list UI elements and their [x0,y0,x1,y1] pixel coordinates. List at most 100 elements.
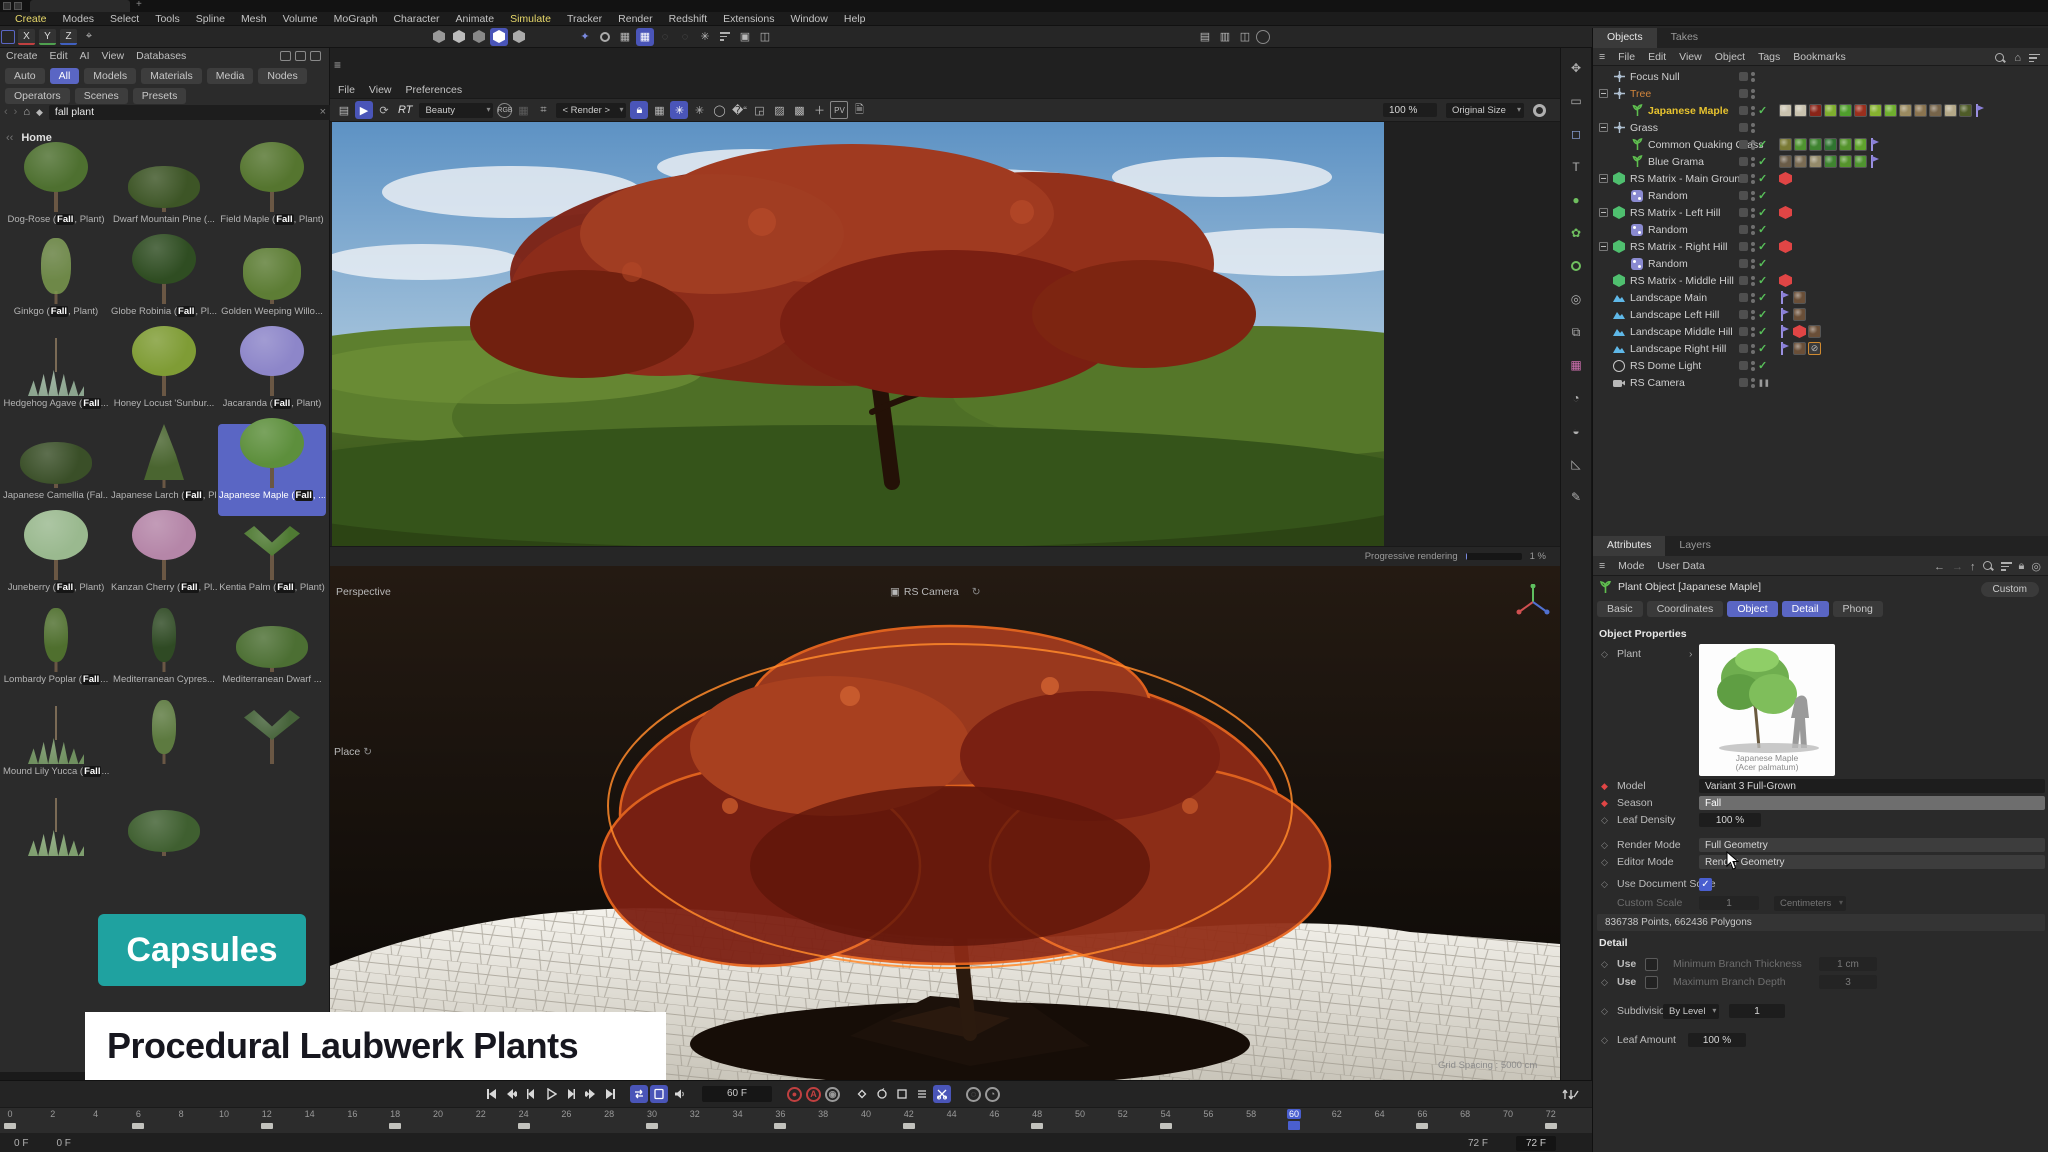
solo-off-button[interactable]: ◌ [966,1087,981,1102]
material-tag[interactable] [1944,104,1957,117]
visibility-dots[interactable] [1751,259,1755,269]
move-tool-icon[interactable]: ✥ [1566,58,1586,78]
use-min-branch-checkbox[interactable]: ✓ [1645,958,1658,971]
visibility-dots[interactable] [1751,191,1755,201]
asset-tile[interactable]: Dwarf Mountain Pine (... [110,148,218,240]
sim-rope-icon[interactable] [470,28,488,46]
perspective-viewport[interactable]: Perspective ▣RS Camera ↻ Place ↻ Grid Sp… [330,566,1560,1080]
place-tool-label[interactable]: Place ↻ [334,746,372,758]
menu-tracker[interactable]: Tracker [560,13,609,25]
keyframe-marker[interactable] [389,1123,401,1129]
season-dropdown[interactable]: Fall [1699,796,2045,810]
keyframe-selection-button[interactable]: ◉ [825,1087,840,1102]
visibility-dots[interactable] [1751,310,1755,320]
rerender-icon[interactable]: ⟳ [375,101,393,119]
filter-operators[interactable]: Operators [5,88,70,104]
om-tab-objects[interactable]: Objects [1593,28,1657,48]
screen-layout-icon[interactable]: ▤ [1196,28,1214,46]
object-row-rs-matrix-main-ground[interactable]: RS Matrix - Main Ground✓ [1593,170,2048,187]
asset-menu-view[interactable]: View [102,50,125,62]
object-mode-icon[interactable]: ● [1566,190,1586,210]
material-tag[interactable] [1809,155,1822,168]
asset-tile[interactable]: Kentia Palm (Fall, Plant) [218,516,326,608]
menu-volume[interactable]: Volume [276,13,325,25]
rgb-channel-icon[interactable]: RGB [497,103,512,118]
attr-tab-attributes[interactable]: Attributes [1593,536,1665,556]
object-row-common-quaking-grass[interactable]: Common Quaking Grass✓ [1593,136,2048,153]
material-tag[interactable] [1824,138,1837,151]
pv-icon[interactable]: PV [830,101,848,119]
visibility-dots[interactable] [1751,276,1755,286]
menu-spline[interactable]: Spline [189,13,232,25]
om-menu-edit[interactable]: Edit [1648,51,1666,63]
visibility-dots[interactable] [1751,123,1755,133]
use-max-branch-checkbox[interactable]: ✓ [1645,976,1658,989]
enabled-check-icon[interactable]: ✓ [1758,359,1770,372]
x-axis-button[interactable]: X [18,29,35,45]
material-tag[interactable] [1779,104,1792,117]
material-tag[interactable] [1809,104,1822,117]
attr-tab-button-basic[interactable]: Basic [1597,601,1643,617]
visibility-dots[interactable] [1751,242,1755,252]
page-icon[interactable]: 🗎 [850,101,868,119]
material-tag[interactable] [1854,138,1867,151]
material-tag[interactable] [1899,104,1912,117]
play-render-icon[interactable]: ▶ [355,101,373,119]
object-row-blue-grama[interactable]: Blue Grama✓ [1593,153,2048,170]
material-tag[interactable] [1809,138,1822,151]
visibility-dots[interactable] [1751,174,1755,184]
object-row-rs-matrix-right-hill[interactable]: RS Matrix - Right Hill✓ [1593,238,2048,255]
back-icon[interactable]: ← [1934,561,1945,573]
keyframe-marker[interactable] [1288,1121,1300,1130]
object-row-landscape-middle-hill[interactable]: Landscape Middle Hill✓ [1593,323,2048,340]
enabled-check-icon[interactable]: ✓ [1758,172,1770,185]
record-button[interactable]: ● [787,1087,802,1102]
material-tag[interactable] [1839,155,1852,168]
document-tab[interactable] [30,0,130,12]
zoom-level-field[interactable]: 100 % [1383,103,1437,117]
annotation-flag-icon[interactable] [1779,325,1791,338]
range-start-field[interactable]: 0 F [56,1138,70,1149]
asset-tile[interactable]: Jacaranda (Fall, Plant) [218,332,326,424]
visibility-dots[interactable] [1751,106,1755,116]
filter-models[interactable]: Models [84,68,136,84]
material-tag[interactable] [1959,104,1972,117]
material-tag[interactable] [1884,104,1897,117]
enabled-check-icon[interactable]: ✓ [1758,240,1770,253]
attr-tab-layers[interactable]: Layers [1665,536,1725,556]
redshift-tag-icon[interactable] [1793,325,1806,338]
om-menu-bookmarks[interactable]: Bookmarks [1793,51,1846,63]
om-menu-file[interactable]: File [1618,51,1635,63]
axis-gizmo[interactable] [1515,584,1551,620]
keyframe-marker[interactable] [1545,1123,1557,1129]
y-axis-button[interactable]: Y [39,29,56,45]
magic-solver-icon[interactable]: ✦ [576,28,594,46]
keyframe-marker[interactable] [261,1123,273,1129]
object-row-focus-null[interactable]: Focus Null [1593,68,2048,85]
visibility-dots[interactable] [1751,344,1755,354]
object-row-landscape-main[interactable]: Landscape Main✓ [1593,289,2048,306]
visibility-dots[interactable] [1751,157,1755,167]
enabled-check-icon[interactable]: ✓ [1758,308,1770,321]
goto-start-button[interactable] [482,1085,500,1103]
keyframe-nav-icon[interactable] [1562,1087,1580,1106]
object-row-japanese-maple[interactable]: Japanese Maple✓ [1593,102,2048,119]
snapshot2-icon[interactable]: ✳ [690,101,708,119]
sim-softbody-icon[interactable] [490,28,508,46]
material-tag[interactable] [1824,155,1837,168]
redshift-tag-icon[interactable] [1779,206,1792,219]
lock-icon[interactable]: 🔒︎ [630,101,648,119]
anim-dot-icon[interactable]: ◇ [1601,857,1608,868]
range-end-field[interactable]: 72 F [1516,1136,1556,1151]
region-icon[interactable]: �“ [730,101,748,119]
attr-menu-mode[interactable]: Mode [1618,560,1644,572]
goto-end-button[interactable] [602,1085,620,1103]
material-tag[interactable] [1839,138,1852,151]
camera-rotate-icon[interactable]: ↻ [972,586,981,598]
asset-tile[interactable]: Hedgehog Agave (Fall... [2,332,110,424]
filter-scenes[interactable]: Scenes [75,88,128,104]
material-tag[interactable] [1793,308,1806,321]
clear-search-icon[interactable]: × [320,106,326,118]
visibility-dots[interactable] [1751,361,1755,371]
screen-layout2-icon[interactable]: ▥ [1216,28,1234,46]
